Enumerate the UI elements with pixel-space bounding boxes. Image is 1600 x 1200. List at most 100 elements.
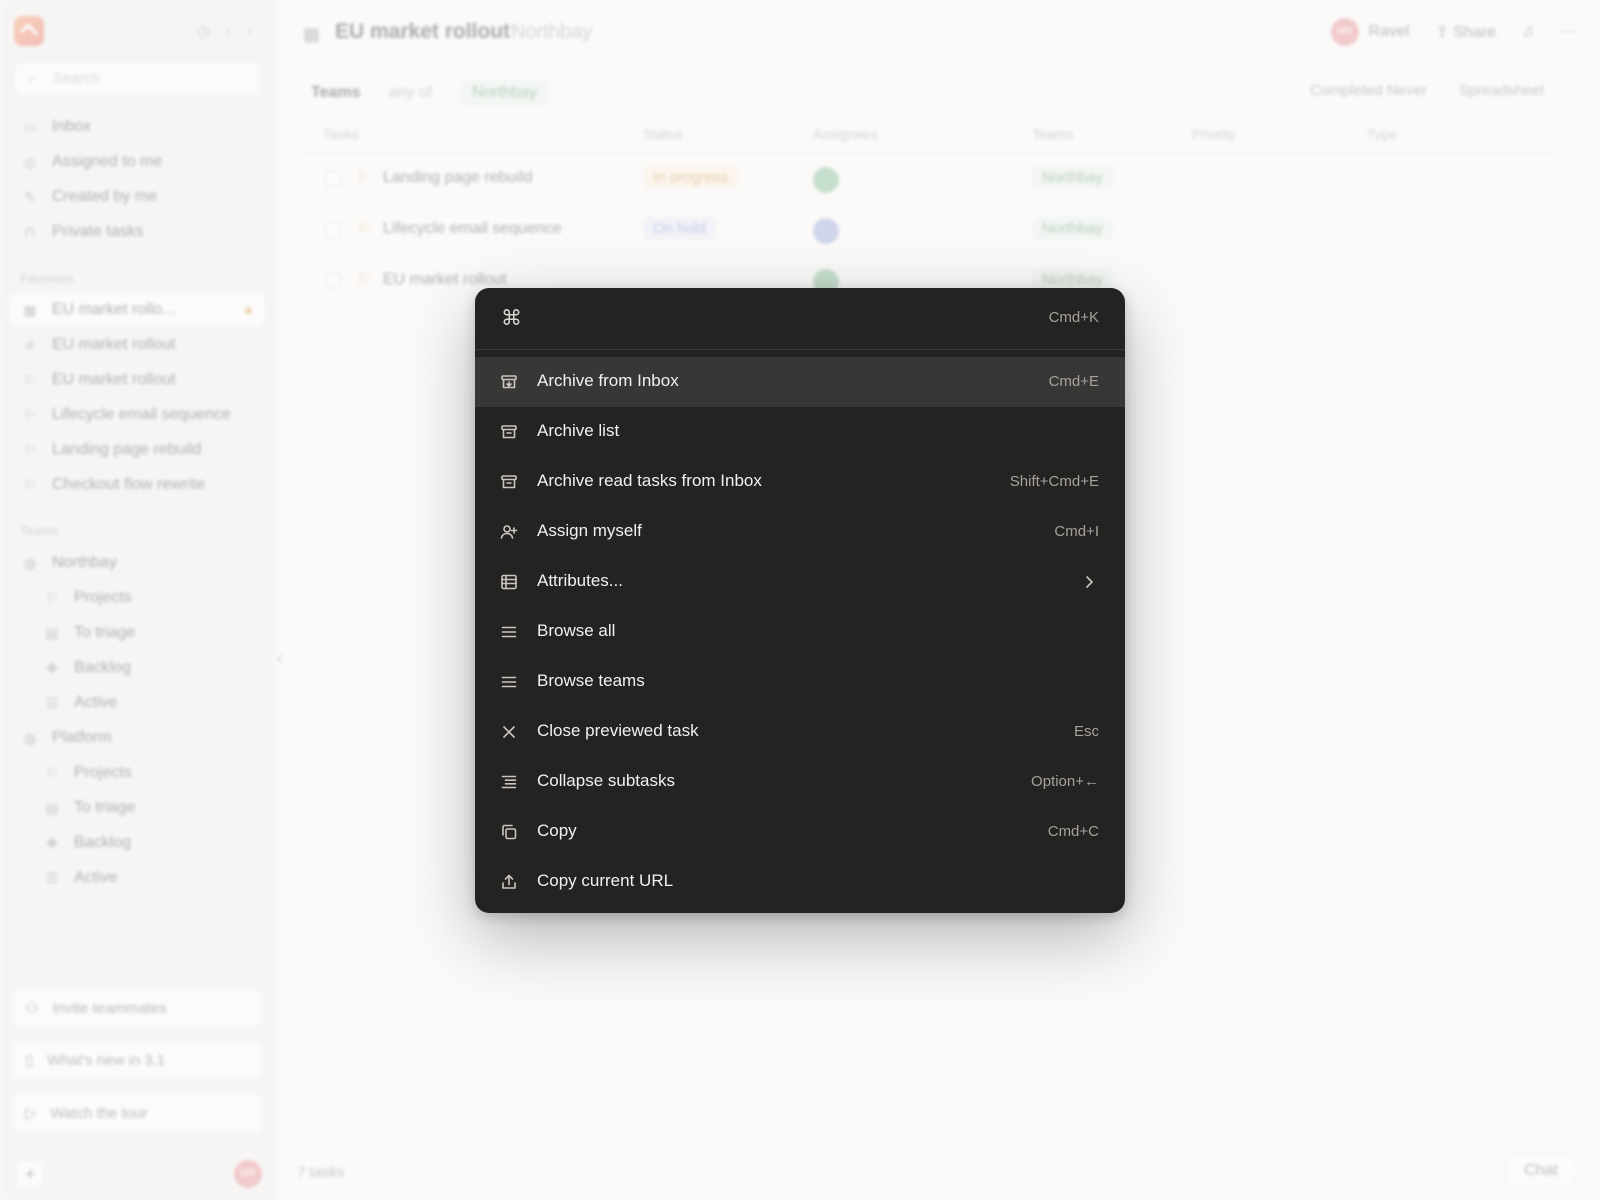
sidebar-item-inbox[interactable]: ▭ Inbox: [10, 111, 264, 143]
row-checkbox[interactable]: [325, 222, 341, 238]
forward-icon[interactable]: ›: [247, 22, 252, 40]
sidebar-search[interactable]: ⌕ Search: [14, 62, 260, 96]
clock-icon[interactable]: ◷: [197, 22, 210, 40]
favorites-heading: Favorites: [20, 271, 74, 286]
palette-item-shortcut: Cmd+C: [1047, 823, 1099, 840]
palette-item-browse-all[interactable]: Browse all: [475, 607, 1125, 657]
column-header[interactable]: Priority: [1192, 126, 1236, 142]
bell-icon[interactable]: ♫: [1522, 23, 1534, 41]
sidebar-item-private[interactable]: ⊓ Private tasks: [10, 216, 264, 248]
sidebar-item-label: Assigned to me: [52, 153, 163, 170]
favorite-item[interactable]: ⚐ Checkout flow rewrite: [10, 469, 264, 501]
palette-item-shortcut: Shift+Cmd+E: [1009, 473, 1099, 490]
column-header[interactable]: Status: [643, 126, 683, 142]
palette-item-collapse-subtasks[interactable]: Collapse subtasks Option+←: [475, 757, 1125, 807]
team-sub-item[interactable]: ☰ Active: [10, 862, 264, 894]
tray-icon: ▤: [45, 624, 59, 641]
sidebar-item-created[interactable]: ✎ Created by me: [10, 181, 264, 213]
collapse-sidebar-icon[interactable]: ‹: [277, 648, 283, 669]
search-placeholder: Search: [53, 70, 101, 87]
new-button[interactable]: +: [16, 1160, 44, 1188]
palette-item-attributes[interactable]: Attributes...: [475, 557, 1125, 607]
filter-operator[interactable]: any of: [389, 84, 433, 102]
column-header[interactable]: Assignees: [813, 126, 878, 142]
sidebar-team-northbay[interactable]: ◍ Northbay: [10, 547, 264, 579]
unread-dot: [245, 307, 252, 314]
filter-value-chip[interactable]: Northbay: [460, 80, 550, 106]
team-sub-item[interactable]: ❖ Backlog: [10, 827, 264, 859]
sidebar-item-assigned[interactable]: ◎ Assigned to me: [10, 146, 264, 178]
palette-item-browse-teams[interactable]: Browse teams: [475, 657, 1125, 707]
palette-item-archive-read[interactable]: Archive read tasks from Inbox Shift+Cmd+…: [475, 457, 1125, 507]
task-name[interactable]: Landing page rebuild: [383, 169, 532, 187]
palette-search-input[interactable]: [537, 302, 997, 336]
palette-shortcut-hint: Cmd+K: [1048, 309, 1099, 326]
whats-new-card[interactable]: ▯ What's new in 3.1: [12, 1040, 262, 1080]
back-icon[interactable]: ‹: [226, 22, 231, 40]
sidebar-item-label: Inbox: [52, 118, 92, 135]
avatar[interactable]: [813, 218, 839, 244]
history-nav: ◷ ‹ ›: [197, 22, 252, 40]
favorite-label: Checkout flow rewrite: [52, 476, 205, 493]
invite-teammates-card[interactable]: ⚇ Invite teammates: [12, 988, 262, 1028]
palette-item-copy-url[interactable]: Copy current URL: [475, 857, 1125, 907]
table-row[interactable]: ⚐ Lifecycle email sequence On hold North…: [297, 206, 1562, 256]
team-sub-item[interactable]: ☰ Active: [10, 687, 264, 719]
column-header[interactable]: Type: [1367, 126, 1397, 142]
team-sub-item[interactable]: ⚐ Projects: [10, 757, 264, 789]
palette-item-label: Copy: [537, 821, 577, 840]
card-label: Invite teammates: [52, 999, 167, 1017]
column-header[interactable]: Tasks: [323, 126, 359, 142]
team-badge[interactable]: Northbay: [1032, 217, 1113, 240]
team-sub-item[interactable]: ▤ To triage: [10, 617, 264, 649]
watch-tour-card[interactable]: ▷ Watch the tour: [12, 1093, 262, 1133]
copy-icon: [502, 824, 517, 840]
favorite-label: Landing page rebuild: [52, 441, 202, 458]
chat-button[interactable]: Chat: [1506, 1154, 1576, 1188]
target-icon: ◎: [23, 153, 37, 170]
filter-field[interactable]: Teams: [311, 84, 361, 102]
user-chip[interactable]: MR Ravel: [1330, 18, 1409, 46]
team-badge[interactable]: Northbay: [1032, 166, 1113, 189]
palette-item-close-previewed[interactable]: Close previewed task Esc: [475, 707, 1125, 757]
team-sub-item[interactable]: ▤ To triage: [10, 792, 264, 824]
favorite-item[interactable]: ⚐ EU market rollout: [10, 364, 264, 396]
search-icon: ⌕: [27, 70, 36, 87]
palette-search-bar: ⌘ Cmd+K: [475, 288, 1125, 350]
table-row[interactable]: ⚐ Landing page rebuild In progress North…: [297, 155, 1562, 205]
avatar[interactable]: [813, 167, 839, 193]
share-button[interactable]: ⇪ Share: [1435, 22, 1496, 42]
lock-icon: ⊓: [24, 223, 36, 240]
sidebar-team-platform[interactable]: ◍ Platform: [10, 722, 264, 754]
favorite-item[interactable]: ⚐ Lifecycle email sequence: [10, 399, 264, 431]
task-count[interactable]: 7 tasks: [297, 1164, 345, 1181]
command-palette: ⌘ Cmd+K Archive from Inbox Cmd+E Archive…: [475, 288, 1125, 913]
team-sub-item[interactable]: ❖ Backlog: [10, 652, 264, 684]
flag-icon: ⚐: [23, 406, 37, 423]
column-header[interactable]: Teams: [1032, 126, 1073, 142]
task-name[interactable]: EU market rollout: [383, 271, 507, 289]
sidebar-item-label: Private tasks: [52, 223, 144, 240]
palette-item-copy[interactable]: Copy Cmd+C: [475, 807, 1125, 857]
team-sub-item[interactable]: ⚐ Projects: [10, 582, 264, 614]
palette-item-archive-list[interactable]: Archive list: [475, 407, 1125, 457]
palette-item-label: Close previewed task: [537, 721, 699, 740]
favorite-item[interactable]: # EU market rollout: [10, 329, 264, 361]
palette-item-assign-myself[interactable]: Assign myself Cmd+I: [475, 507, 1125, 557]
completed-filter[interactable]: Completed Never: [1310, 82, 1427, 99]
layers-icon: ❖: [45, 834, 59, 851]
row-checkbox[interactable]: [325, 171, 341, 187]
task-name[interactable]: Lifecycle email sequence: [383, 220, 562, 238]
row-checkbox[interactable]: [325, 273, 341, 289]
filter-bar: Teams any of Northbay: [311, 80, 550, 106]
app-logo[interactable]: [14, 16, 44, 46]
palette-item-archive-from-inbox[interactable]: Archive from Inbox Cmd+E: [475, 357, 1125, 407]
tray-icon: ▤: [45, 799, 59, 816]
view-switcher[interactable]: Spreadsheet: [1459, 82, 1544, 99]
avatar[interactable]: MR: [234, 1160, 262, 1188]
favorite-item[interactable]: ⚐ Landing page rebuild: [10, 434, 264, 466]
favorite-item[interactable]: ▦ EU market rollo...: [10, 294, 264, 326]
status-badge[interactable]: In progress: [643, 166, 739, 189]
status-badge[interactable]: On hold: [643, 217, 716, 240]
more-icon[interactable]: ···: [1560, 23, 1576, 41]
